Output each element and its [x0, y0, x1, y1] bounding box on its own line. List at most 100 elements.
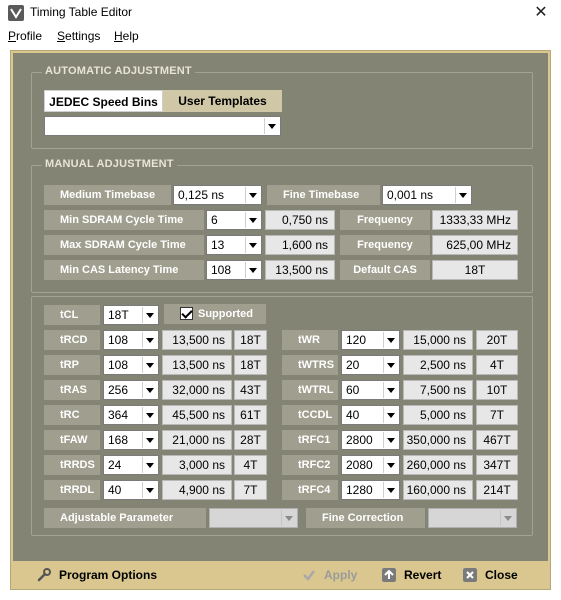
- trc-ns: 45,500 ns: [162, 405, 232, 425]
- tab-jedec-speed-bins[interactable]: JEDEC Speed Bins: [44, 90, 163, 112]
- trc-label: tRC: [44, 405, 100, 425]
- default-cas-value: 18T: [432, 260, 518, 280]
- trrds-label: tRRDS: [44, 455, 100, 475]
- twtrl-cycles: 10T: [476, 380, 518, 400]
- max-sdram-cycle-select[interactable]: 13: [206, 235, 262, 255]
- app-logo-icon: [8, 5, 24, 21]
- footer-bar: Program Options Apply Revert Close: [13, 561, 548, 588]
- chevron-down-icon: [383, 432, 398, 448]
- tfaw-ns: 21,000 ns: [162, 430, 232, 450]
- twr-select[interactable]: 120: [341, 330, 400, 350]
- tfaw-cycles: 28T: [234, 430, 267, 450]
- tcl-select[interactable]: 18T: [103, 305, 159, 325]
- frequency-value-2: 625,00 MHz: [432, 235, 518, 255]
- adjustable-parameter-label: Adjustable Parameter: [44, 508, 206, 528]
- tcl-value: 18T: [108, 308, 129, 322]
- chevron-down-icon: [281, 510, 296, 526]
- tfaw-select[interactable]: 168: [103, 430, 159, 450]
- chevron-down-icon: [500, 510, 515, 526]
- title-bar: Timing Table Editor ✕: [0, 0, 561, 26]
- medium-timebase-select[interactable]: 0,125 ns: [173, 185, 262, 205]
- tccdl-select-value: 40: [346, 408, 360, 422]
- frequency-value-1: 1333,33 MHz: [432, 210, 518, 230]
- min-cas-latency-value: 108: [211, 263, 232, 277]
- min-cas-latency-select[interactable]: 108: [206, 260, 262, 280]
- menu-help[interactable]: Help: [114, 29, 139, 43]
- trrds-select[interactable]: 24: [103, 455, 159, 475]
- template-select[interactable]: [44, 116, 281, 136]
- supported-checkbox[interactable]: Supported: [164, 304, 266, 324]
- twtrs-label: tWTRS: [282, 355, 338, 375]
- medium-timebase-value: 0,125 ns: [178, 188, 225, 202]
- chevron-down-icon: [142, 357, 157, 373]
- revert-label: Revert: [404, 568, 442, 582]
- chevron-down-icon: [383, 457, 398, 473]
- twtrs-select[interactable]: 20: [341, 355, 400, 375]
- chevron-down-icon: [142, 482, 157, 498]
- max-sdram-cycle-ns: 1,600 ns: [265, 235, 335, 255]
- tab-user-templates[interactable]: User Templates: [163, 90, 282, 112]
- trc-cycles: 61T: [234, 405, 267, 425]
- supported-label: Supported: [198, 308, 253, 320]
- trcd-cycles: 18T: [234, 330, 267, 350]
- tccdl-ns: 5,000 ns: [403, 405, 473, 425]
- frequency-label-1: Frequency: [340, 210, 430, 230]
- trfc2-label: tRFC2: [282, 455, 338, 475]
- medium-timebase-label: Medium Timebase: [44, 185, 171, 205]
- trrdl-select[interactable]: 40: [103, 480, 159, 500]
- window-title: Timing Table Editor: [30, 5, 133, 19]
- twr-label: tWR: [282, 330, 338, 350]
- program-options-button[interactable]: Program Options: [37, 566, 177, 584]
- min-sdram-cycle-select[interactable]: 6: [206, 210, 262, 230]
- apply-label: Apply: [324, 568, 358, 582]
- chevron-down-icon: [264, 118, 279, 134]
- twtrl-select-value: 60: [346, 383, 360, 397]
- menu-profile[interactable]: Profile: [8, 29, 42, 43]
- tras-ns: 32,000 ns: [162, 380, 232, 400]
- chevron-down-icon: [383, 482, 398, 498]
- min-sdram-cycle-ns: 0,750 ns: [265, 210, 335, 230]
- fine-correction-select[interactable]: [428, 508, 517, 528]
- trfc4-select-value: 1280: [346, 483, 373, 497]
- chevron-down-icon: [383, 407, 398, 423]
- automatic-adjustment-title: AUTOMATIC ADJUSTMENT: [42, 65, 195, 77]
- trcd-ns: 13,500 ns: [162, 330, 232, 350]
- trfc4-cycles: 214T: [476, 480, 518, 500]
- revert-button[interactable]: Revert: [382, 566, 452, 584]
- twr-select-value: 120: [346, 333, 367, 347]
- trcd-select[interactable]: 108: [103, 330, 159, 350]
- apply-button[interactable]: Apply: [302, 566, 364, 584]
- chevron-down-icon: [142, 407, 157, 423]
- twr-cycles: 20T: [476, 330, 518, 350]
- trp-select[interactable]: 108: [103, 355, 159, 375]
- adjustable-parameter-select[interactable]: [209, 508, 298, 528]
- chevron-down-icon: [455, 187, 470, 203]
- tccdl-select[interactable]: 40: [341, 405, 400, 425]
- trfc4-ns: 160,000 ns: [403, 480, 473, 500]
- fine-timebase-select[interactable]: 0,001 ns: [382, 185, 472, 205]
- tras-select[interactable]: 256: [103, 380, 159, 400]
- trc-select[interactable]: 364: [103, 405, 159, 425]
- chevron-down-icon: [383, 382, 398, 398]
- twtrl-label: tWTRL: [282, 380, 338, 400]
- min-cas-latency-ns: 13,500 ns: [265, 260, 335, 280]
- chevron-down-icon: [383, 332, 398, 348]
- trc-select-value: 364: [108, 408, 129, 422]
- trfc2-select-value: 2080: [346, 458, 373, 472]
- twtrl-select[interactable]: 60: [341, 380, 400, 400]
- menu-settings[interactable]: Settings: [57, 29, 100, 43]
- min-sdram-cycle-label: Min SDRAM Cycle Time: [44, 210, 204, 230]
- trfc2-select[interactable]: 2080: [341, 455, 400, 475]
- min-cas-latency-label: Min CAS Latency Time: [44, 260, 204, 280]
- trfc1-select[interactable]: 2800: [341, 430, 400, 450]
- checkmark-icon: [303, 570, 315, 581]
- close-button[interactable]: Close: [463, 566, 525, 584]
- chevron-down-icon: [245, 212, 260, 228]
- tfaw-select-value: 168: [108, 433, 129, 447]
- default-cas-label: Default CAS: [340, 260, 430, 280]
- window-close-button[interactable]: ✕: [521, 0, 561, 26]
- wrench-icon: [37, 568, 51, 582]
- trfc4-select[interactable]: 1280: [341, 480, 400, 500]
- close-icon: [463, 568, 477, 582]
- trfc1-label: tRFC1: [282, 430, 338, 450]
